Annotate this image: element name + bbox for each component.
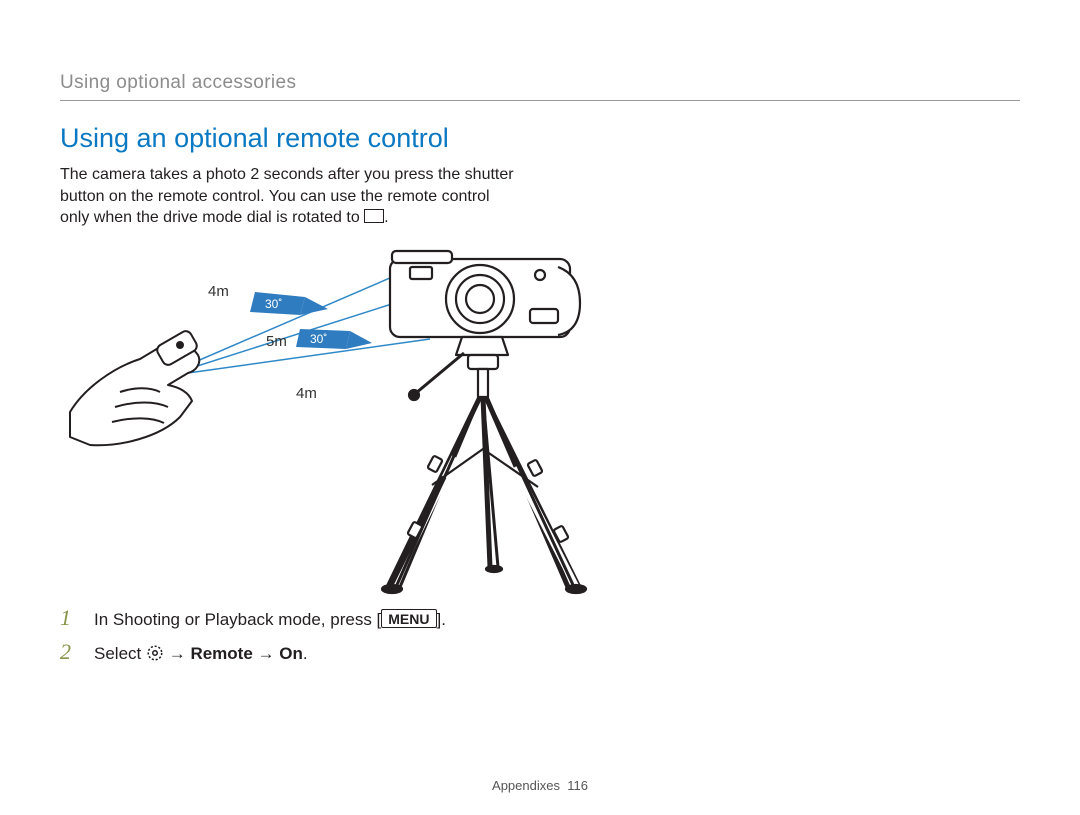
breadcrumb: Using optional accessories [60, 72, 1020, 94]
intro-paragraph: The camera takes a photo 2 seconds after… [60, 164, 580, 229]
gear-icon [146, 644, 164, 667]
step-2: 2 Select → Remote → On. [60, 639, 1020, 667]
step1-suffix: ]. [437, 610, 446, 629]
arrow-bottom: 30˚ [296, 329, 372, 349]
page-footer: Appendixes 116 [0, 778, 1080, 793]
angle-bottom-text: 30˚ [310, 332, 327, 346]
camera-tripod-icon [382, 251, 586, 593]
arrow-top: 30˚ [250, 292, 328, 315]
arrow-icon: → [253, 644, 279, 663]
step-1-text: In Shooting or Playback mode, press [MEN… [94, 609, 446, 630]
arrow-icon: → [164, 644, 190, 663]
intro-text-line3-suffix: . [384, 209, 388, 226]
figure-svg: 30˚ 30˚ [60, 237, 680, 597]
footer-page-number: 116 [567, 778, 588, 793]
steps-list: 1 In Shooting or Playback mode, press [M… [60, 605, 1020, 667]
step-number: 1 [60, 605, 78, 631]
step2-on: On [279, 644, 303, 663]
distance-label-bottom: 4m [296, 385, 317, 402]
step2-prefix: Select [94, 644, 146, 663]
menu-button-icon: MENU [381, 609, 436, 628]
step1-prefix: In Shooting or Playback mode, press [ [94, 610, 381, 629]
section-heading: Using an optional remote control [60, 123, 1020, 154]
step2-remote: Remote [190, 644, 252, 663]
intro-text-line3-prefix: only when the drive mode dial is rotated… [60, 209, 364, 226]
step-1: 1 In Shooting or Playback mode, press [M… [60, 605, 1020, 631]
intro-text-line1: The camera takes a photo 2 seconds after… [60, 166, 514, 183]
hand-remote-icon [70, 329, 199, 445]
remote-range-figure: 30˚ 30˚ [60, 237, 680, 597]
manual-page: Using optional accessories Using an opti… [0, 0, 1080, 815]
step-number: 2 [60, 639, 78, 665]
distance-label-top: 4m [208, 283, 229, 300]
distance-label-mid: 5m [266, 333, 287, 350]
drive-mode-box-icon [364, 209, 384, 223]
divider [60, 100, 1020, 101]
angle-top-text: 30˚ [265, 297, 282, 311]
intro-text-line2: button on the remote control. You can us… [60, 188, 490, 205]
step2-suffix: . [303, 644, 308, 663]
footer-section: Appendixes [492, 778, 560, 793]
step-2-text: Select → Remote → On. [94, 644, 308, 667]
